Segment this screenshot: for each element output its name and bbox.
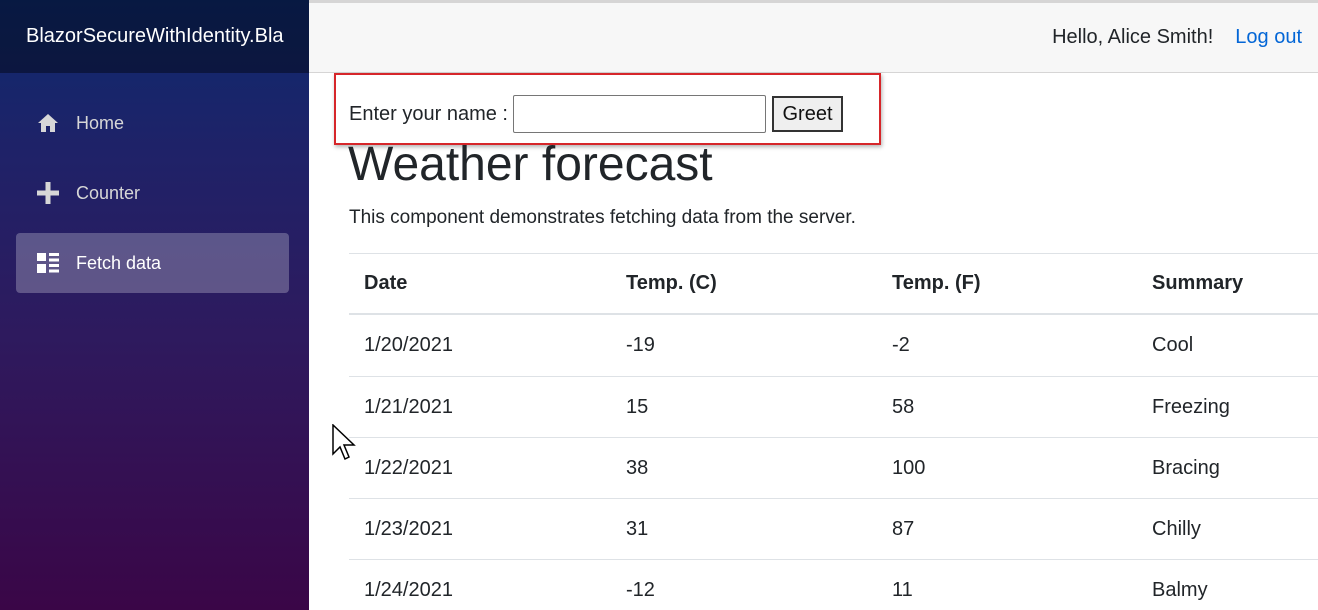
table-row: 1/24/2021 -12 11 Balmy	[349, 559, 1318, 610]
cell-summary: Bracing	[1152, 456, 1220, 479]
nav-menu: Home Counter Fetch data	[16, 93, 289, 303]
cell-temp-f: -2	[892, 334, 910, 356]
cell-summary: Balmy	[1152, 578, 1208, 601]
logout-link[interactable]: Log out	[1235, 26, 1302, 49]
nav-item-fetch-data[interactable]: Fetch data	[16, 233, 289, 293]
cell-temp-f: 87	[892, 517, 915, 540]
greet-button[interactable]: Greet	[772, 96, 843, 132]
nav-item-label: Home	[76, 112, 125, 133]
cell-summary: Freezing	[1152, 395, 1230, 418]
home-icon	[36, 111, 60, 135]
cell-temp-f: 100	[892, 456, 926, 479]
cell-temp-c: 15	[626, 395, 649, 418]
page-subtitle: This component demonstrates fetching dat…	[349, 207, 856, 228]
page-title: Weather forecast	[348, 138, 713, 191]
table-row: 1/23/2021 31 87 Chilly	[349, 498, 1318, 559]
name-label: Enter your name :	[349, 103, 508, 125]
header-temp-c: Temp. (C)	[626, 272, 717, 294]
cell-temp-c: 38	[626, 456, 649, 479]
mouse-cursor-icon	[332, 423, 358, 469]
plus-icon	[36, 181, 60, 205]
header-date: Date	[364, 272, 408, 294]
table-header-row: Date Temp. (C) Temp. (F) Summary	[349, 253, 1318, 315]
table-row: 1/21/2021 15 58 Freezing	[349, 376, 1318, 437]
cell-temp-f: 11	[892, 578, 913, 601]
cell-temp-c: -19	[626, 334, 655, 356]
cell-temp-c: -12	[626, 578, 655, 601]
cell-date: 1/23/2021	[364, 517, 453, 540]
nav-item-label: Counter	[76, 182, 141, 203]
cell-date: 1/20/2021	[364, 334, 453, 356]
header-temp-f: Temp. (F)	[892, 272, 981, 294]
cell-date: 1/21/2021	[364, 395, 453, 418]
cell-summary: Chilly	[1152, 517, 1201, 540]
forecast-table: Date Temp. (C) Temp. (F) Summary 1/20/20…	[349, 253, 1318, 610]
nav-item-home[interactable]: Home	[16, 93, 289, 153]
top-bar: Hello, Alice Smith! Log out	[309, 0, 1318, 73]
cell-temp-c: 31	[626, 517, 649, 540]
nav-item-counter[interactable]: Counter	[16, 163, 289, 223]
brand-title[interactable]: BlazorSecureWithIdentity.Bla	[0, 0, 309, 73]
user-greeting: Hello, Alice Smith!	[1052, 26, 1214, 48]
name-input[interactable]	[513, 95, 766, 133]
table-row: 1/22/2021 38 100 Bracing	[349, 437, 1318, 498]
header-summary: Summary	[1152, 272, 1244, 294]
list-icon	[36, 251, 60, 275]
sidebar: BlazorSecureWithIdentity.Bla Home Counte…	[0, 0, 309, 610]
cell-summary: Cool	[1152, 334, 1194, 356]
nav-item-label: Fetch data	[76, 252, 162, 273]
table-row: 1/20/2021 -19 -2 Cool	[349, 315, 1318, 376]
cell-date: 1/24/2021	[364, 578, 453, 601]
cell-temp-f: 58	[892, 395, 915, 418]
cell-date: 1/22/2021	[364, 456, 453, 479]
